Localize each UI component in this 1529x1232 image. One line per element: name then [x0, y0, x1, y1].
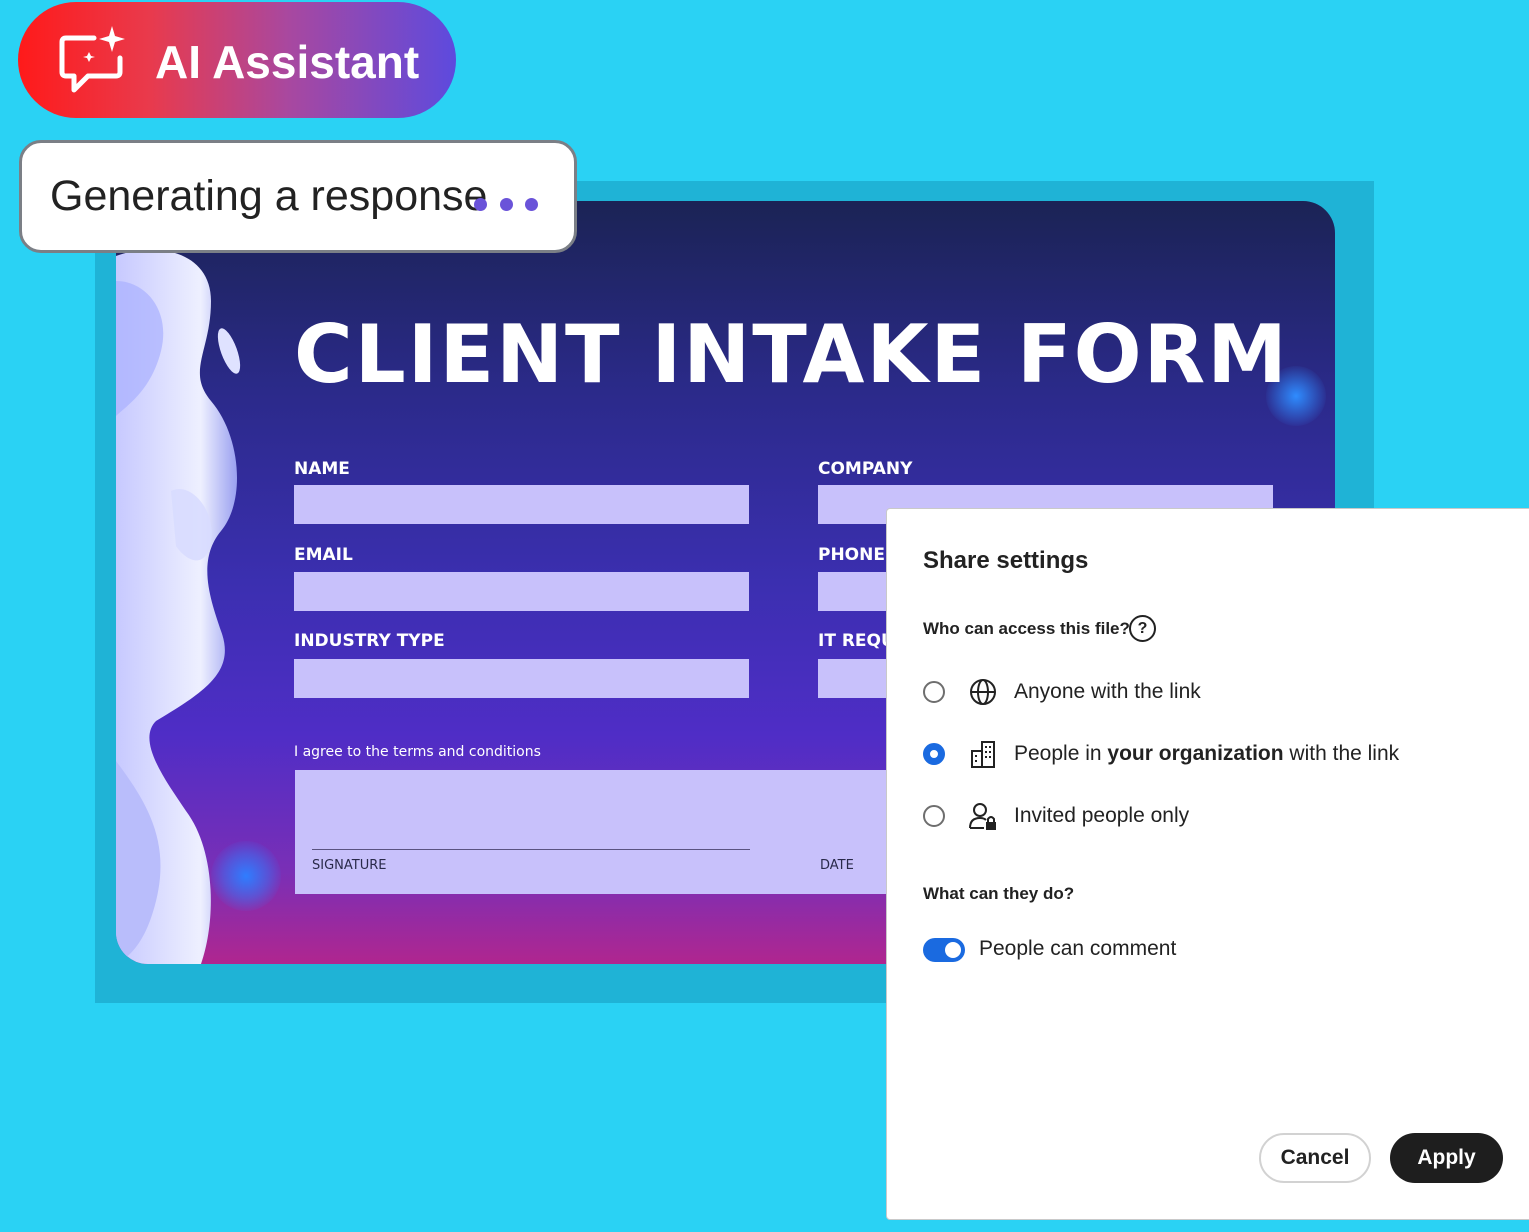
option-organization[interactable]: People in your organization with the lin…: [923, 739, 1483, 771]
dialog-title: Share settings: [923, 547, 1089, 574]
loading-dot: [500, 198, 513, 211]
name-input[interactable]: [294, 485, 749, 524]
radio-anyone[interactable]: [923, 681, 945, 703]
field-label-email: EMAIL: [294, 545, 353, 565]
field-label-it-requirements: IT REQU: [818, 631, 895, 651]
cancel-button[interactable]: Cancel: [1259, 1133, 1371, 1183]
option-label: People in your organization with the lin…: [1014, 742, 1400, 765]
field-label-name: NAME: [294, 459, 350, 479]
access-question: Who can access this file?: [923, 619, 1130, 638]
building-icon: [971, 741, 995, 768]
globe-icon: [970, 679, 996, 705]
field-label-industry: INDUSTRY TYPE: [294, 631, 445, 651]
help-circle-icon[interactable]: ?: [1129, 615, 1156, 642]
radio-invited[interactable]: [923, 805, 945, 827]
glow-accent: [211, 841, 281, 911]
radio-organization[interactable]: [923, 743, 945, 765]
field-label-company: COMPANY: [818, 459, 913, 479]
form-title: CLIENT INTAKE FORM: [294, 308, 1289, 401]
signature-label: SIGNATURE: [312, 858, 387, 873]
terms-label: I agree to the terms and conditions: [294, 744, 541, 760]
date-label: DATE: [820, 858, 854, 873]
field-label-phone: PHONE: [818, 545, 885, 565]
ai-status-box: Generating a response: [19, 140, 577, 253]
ai-assistant-button[interactable]: AI Assistant: [18, 2, 456, 118]
apply-button[interactable]: Apply: [1390, 1133, 1503, 1183]
option-label: Anyone with the link: [1014, 680, 1201, 703]
email-input[interactable]: [294, 572, 749, 611]
comment-toggle-label: People can comment: [979, 937, 1177, 960]
comment-toggle[interactable]: [923, 938, 965, 962]
industry-input[interactable]: [294, 659, 749, 698]
ai-chat-sparkle-icon: [59, 26, 125, 93]
option-anyone-with-link[interactable]: Anyone with the link: [923, 677, 1483, 709]
toggle-knob: [945, 942, 961, 958]
ai-status-text: Generating a response: [50, 172, 488, 220]
share-settings-dialog: Share settings Who can access this file?…: [886, 508, 1529, 1220]
loading-dot: [474, 198, 487, 211]
actions-question: What can they do?: [923, 884, 1075, 903]
user-lock-icon: [969, 803, 996, 830]
option-invited-only[interactable]: Invited people only: [923, 801, 1483, 833]
ai-assistant-label: AI Assistant: [155, 36, 420, 88]
loading-dot: [525, 198, 538, 211]
signature-line: [312, 849, 750, 850]
option-label: Invited people only: [1014, 804, 1190, 827]
